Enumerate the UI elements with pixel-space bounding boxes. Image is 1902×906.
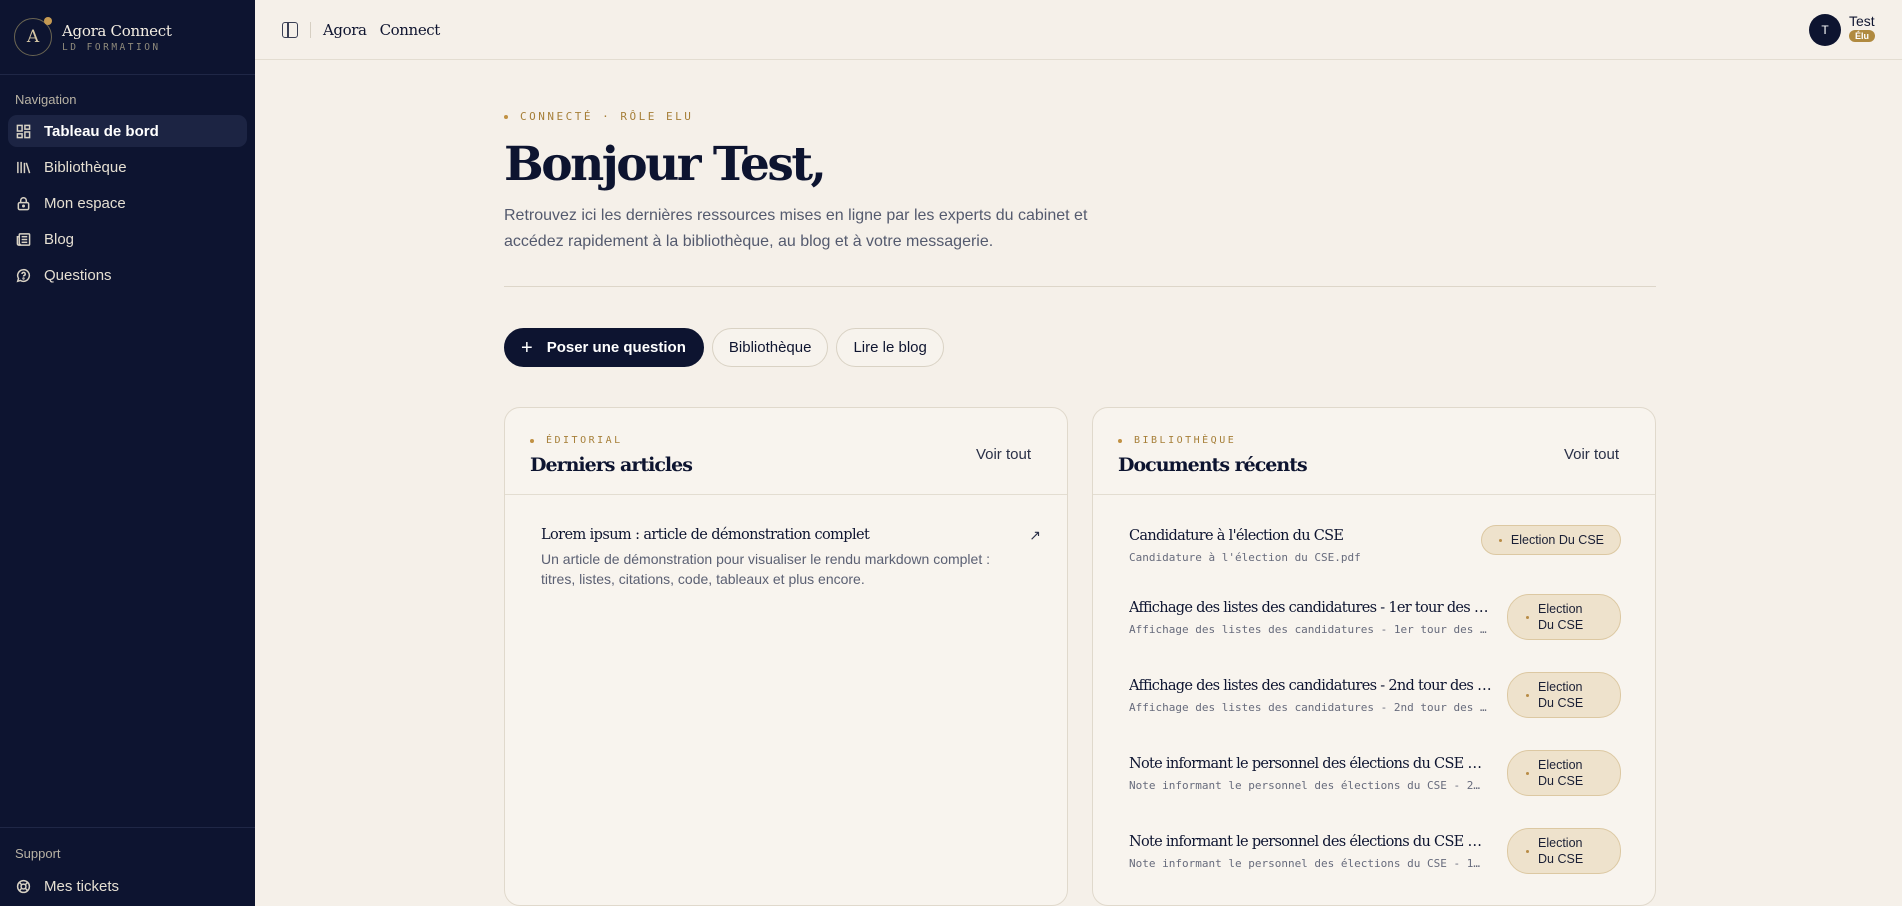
sidebar-item-dashboard[interactable]: Tableau de bord xyxy=(8,115,247,147)
category-tag[interactable]: Election Du CSE xyxy=(1507,594,1621,640)
article-title: Lorem ipsum : article de démonstration c… xyxy=(541,527,870,543)
document-title: Note informant le personnel des élection… xyxy=(1129,834,1485,850)
document-item[interactable]: Candidature à l'élection du CSE Candidat… xyxy=(1129,525,1621,578)
user-role-badge: Élu xyxy=(1848,30,1875,42)
page-title: Bonjour Test, xyxy=(504,137,827,192)
category-tag[interactable]: Election Du CSE xyxy=(1507,750,1621,796)
breadcrumb-item[interactable]: Connect xyxy=(380,21,441,39)
sidebar-item-label: Bibliothèque xyxy=(44,158,127,176)
document-item[interactable]: Note informant le personnel des élection… xyxy=(1129,828,1621,884)
category-tag[interactable]: Election Du CSE xyxy=(1480,525,1621,555)
tag-label: Election Du CSE xyxy=(1538,680,1584,710)
divider xyxy=(504,286,1656,287)
card-eyebrow: ÉDITORIAL xyxy=(530,435,623,446)
article-description: Un article de démonstration pour visuali… xyxy=(541,551,990,587)
plus-icon: + xyxy=(521,336,533,359)
lifebuoy-icon xyxy=(15,878,31,894)
document-filename: Note informant le personnel des élection… xyxy=(1129,857,1485,870)
see-all-articles-link[interactable]: Voir tout xyxy=(976,446,1031,463)
sidebar-item-label: Blog xyxy=(44,230,75,248)
hero-eyebrow: CONNECTÉ · RÔLE ELU xyxy=(504,110,693,123)
brand-initial: A xyxy=(26,27,40,47)
document-title: Candidature à l'élection du CSE xyxy=(1129,528,1344,544)
sidebar-item-questions[interactable]: Questions xyxy=(8,259,247,291)
brand[interactable]: A Agora Connect LD FORMATION xyxy=(0,0,255,75)
tag-label: Election Du CSE xyxy=(1538,602,1584,632)
sidebar-nav: Tableau de bord Bibliothèque Mon espace … xyxy=(0,115,255,291)
brand-subtitle: LD FORMATION xyxy=(62,41,161,53)
sidebar-item-label: Mes tickets xyxy=(44,877,120,895)
sidebar-item-label: Tableau de bord xyxy=(44,122,159,140)
tag-dot xyxy=(1498,538,1502,542)
message-question-icon xyxy=(15,267,31,283)
sidebar-item-my-tickets[interactable]: Mes tickets xyxy=(8,870,247,902)
document-filename: Affichage des listes des candidatures - … xyxy=(1129,623,1493,636)
brand-dot xyxy=(44,17,52,25)
sidebar-item-label: Mon espace xyxy=(44,194,126,212)
card-title: Documents récents xyxy=(1118,454,1308,476)
breadcrumb-item[interactable]: Agora xyxy=(323,21,367,39)
support-section: Support Mes tickets xyxy=(0,827,255,906)
tag-label: Election Du CSE xyxy=(1538,836,1584,866)
hero-description: Retrouvez ici les dernières ressources m… xyxy=(504,207,1088,250)
dashboard-icon xyxy=(15,123,31,139)
sidebar: A Agora Connect LD FORMATION Navigation … xyxy=(0,0,255,906)
ask-question-button[interactable]: + Poser une question xyxy=(504,328,704,367)
document-item[interactable]: Note informant le personnel des élection… xyxy=(1129,750,1621,806)
tag-dot xyxy=(1526,693,1529,697)
sidebar-item-label: Questions xyxy=(44,266,112,284)
document-item[interactable]: Affichage des listes des candidatures - … xyxy=(1129,672,1621,728)
brand-name: Agora Connect xyxy=(62,21,172,40)
arrow-up-right-icon: ↗ xyxy=(1029,527,1041,543)
eyebrow-dot xyxy=(530,438,534,443)
nav-section-title: Navigation xyxy=(15,92,77,107)
topbar-separator xyxy=(310,21,311,38)
ask-question-label: Poser une question xyxy=(546,339,686,356)
see-all-documents-link[interactable]: Voir tout xyxy=(1564,446,1619,463)
document-filename: Note informant le personnel des élection… xyxy=(1129,779,1485,792)
sidebar-item-blog[interactable]: Blog xyxy=(8,223,247,255)
topbar: Agora Connect T Test Élu xyxy=(255,0,1902,60)
avatar: T xyxy=(1808,14,1841,46)
document-title: Affichage des listes des candidatures - … xyxy=(1129,678,1493,694)
library-button[interactable]: Bibliothèque xyxy=(711,328,829,367)
sidebar-toggle-icon[interactable] xyxy=(282,21,298,38)
newspaper-icon xyxy=(15,231,31,247)
card-header: BIBLIOTHÈQUE Documents récents Voir tout xyxy=(1093,408,1655,495)
eyebrow-dot xyxy=(504,114,508,119)
user-name: Test xyxy=(1848,13,1875,29)
article-item[interactable]: Lorem ipsum : article de démonstration c… xyxy=(541,527,1041,589)
category-tag[interactable]: Election Du CSE xyxy=(1507,672,1621,718)
card-eyebrow-text: ÉDITORIAL xyxy=(546,435,623,446)
category-tag[interactable]: Election Du CSE xyxy=(1507,828,1621,874)
card-header: ÉDITORIAL Derniers articles Voir tout xyxy=(505,408,1067,495)
quick-actions: + Poser une question Bibliothèque Lire l… xyxy=(504,328,952,367)
card-eyebrow: BIBLIOTHÈQUE xyxy=(1118,435,1236,446)
tag-dot xyxy=(1526,849,1529,853)
hero-eyebrow-text: CONNECTÉ · RÔLE ELU xyxy=(520,110,694,123)
tag-label: Election Du CSE xyxy=(1510,533,1604,547)
support-section-title: Support xyxy=(15,846,61,861)
user-menu[interactable]: T Test Élu xyxy=(1808,13,1875,46)
sidebar-item-my-space[interactable]: Mon espace xyxy=(8,187,247,219)
recent-documents-card: BIBLIOTHÈQUE Documents récents Voir tout… xyxy=(1092,407,1656,906)
card-title: Derniers articles xyxy=(530,454,693,476)
lock-icon xyxy=(15,195,31,211)
document-title: Note informant le personnel des élection… xyxy=(1129,756,1485,772)
document-filename: Affichage des listes des candidatures - … xyxy=(1129,701,1493,714)
card-eyebrow-text: BIBLIOTHÈQUE xyxy=(1134,435,1237,446)
tag-label: Election Du CSE xyxy=(1538,758,1584,788)
tag-dot xyxy=(1526,771,1529,775)
document-item[interactable]: Affichage des listes des candidatures - … xyxy=(1129,594,1621,650)
document-filename: Candidature à l'élection du CSE.pdf xyxy=(1129,551,1361,564)
eyebrow-dot xyxy=(1118,438,1122,443)
read-blog-button[interactable]: Lire le blog xyxy=(836,328,944,367)
latest-articles-card: ÉDITORIAL Derniers articles Voir tout Lo… xyxy=(504,407,1068,906)
tag-dot xyxy=(1526,615,1529,619)
library-icon xyxy=(15,159,31,175)
sidebar-item-library[interactable]: Bibliothèque xyxy=(8,151,247,183)
brand-logo: A xyxy=(14,17,52,56)
document-title: Affichage des listes des candidatures - … xyxy=(1129,600,1493,616)
